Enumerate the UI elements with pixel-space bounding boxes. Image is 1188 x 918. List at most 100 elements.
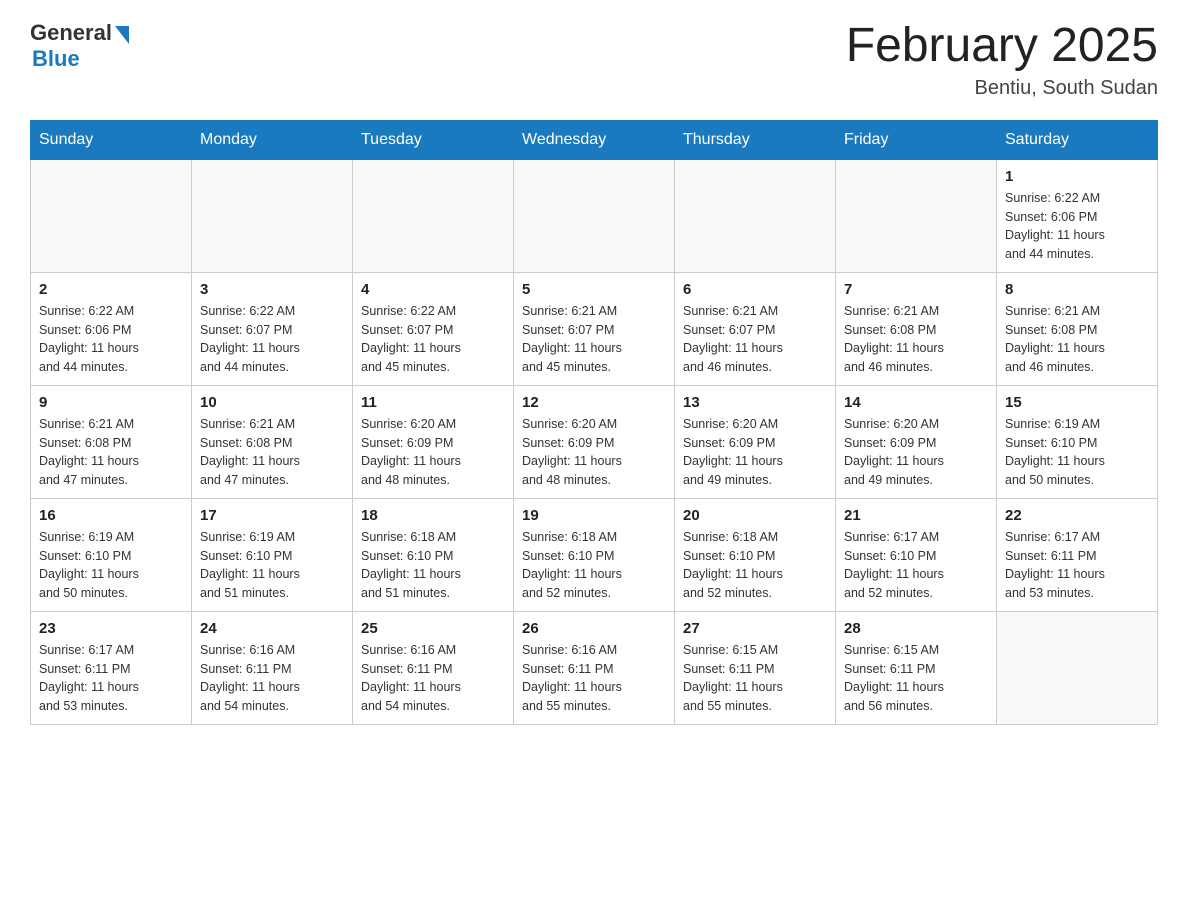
day-info: Sunrise: 6:18 AM Sunset: 6:10 PM Dayligh… (522, 528, 666, 603)
calendar-cell: 24 Sunrise: 6:16 AM Sunset: 6:11 PM Dayli… (192, 611, 353, 724)
day-info: Sunrise: 6:21 AM Sunset: 6:08 PM Dayligh… (1005, 302, 1149, 377)
calendar-cell: 7 Sunrise: 6:21 AM Sunset: 6:08 PM Daylig… (836, 272, 997, 385)
day-number: 22 (1005, 507, 1149, 524)
calendar-cell (31, 159, 192, 272)
day-info: Sunrise: 6:16 AM Sunset: 6:11 PM Dayligh… (200, 641, 344, 716)
day-number: 13 (683, 394, 827, 411)
day-info: Sunrise: 6:16 AM Sunset: 6:11 PM Dayligh… (522, 641, 666, 716)
calendar-cell (514, 159, 675, 272)
day-number: 7 (844, 281, 988, 298)
calendar-cell: 23Sunrise: 6:17 AM Sunset: 6:11 PM Dayli… (31, 611, 192, 724)
calendar-cell: 2 Sunrise: 6:22 AM Sunset: 6:06 PM Daylig… (31, 272, 192, 385)
day-number: 3 (200, 281, 344, 298)
calendar-cell: 21 Sunrise: 6:17 AM Sunset: 6:10 PM Dayli… (836, 498, 997, 611)
day-info: Sunrise: 6:15 AM Sunset: 6:11 PM Dayligh… (844, 641, 988, 716)
calendar-cell: 3 Sunrise: 6:22 AM Sunset: 6:07 PM Daylig… (192, 272, 353, 385)
day-info: Sunrise: 6:21 AM Sunset: 6:07 PM Dayligh… (522, 302, 666, 377)
day-number: 24 (200, 620, 344, 637)
month-title: February 2025 (846, 20, 1158, 73)
day-info: Sunrise: 6:17 AM Sunset: 6:11 PM Dayligh… (1005, 528, 1149, 603)
day-info: Sunrise: 6:17 AM Sunset: 6:10 PM Dayligh… (844, 528, 988, 603)
day-header-wednesday: Wednesday (514, 120, 675, 159)
day-info: Sunrise: 6:19 AM Sunset: 6:10 PM Dayligh… (1005, 415, 1149, 490)
day-number: 12 (522, 394, 666, 411)
week-row-5: 23Sunrise: 6:17 AM Sunset: 6:11 PM Dayli… (31, 611, 1158, 724)
day-number: 27 (683, 620, 827, 637)
day-info: Sunrise: 6:21 AM Sunset: 6:08 PM Dayligh… (844, 302, 988, 377)
logo-arrow-icon (115, 26, 129, 44)
calendar-cell: 27 Sunrise: 6:15 AM Sunset: 6:11 PM Dayli… (675, 611, 836, 724)
day-header-tuesday: Tuesday (353, 120, 514, 159)
calendar-cell: 9Sunrise: 6:21 AM Sunset: 6:08 PM Daylig… (31, 385, 192, 498)
calendar-cell: 28 Sunrise: 6:15 AM Sunset: 6:11 PM Dayli… (836, 611, 997, 724)
day-header-thursday: Thursday (675, 120, 836, 159)
page-header: General Blue February 2025 Bentiu, South… (30, 20, 1158, 100)
day-info: Sunrise: 6:20 AM Sunset: 6:09 PM Dayligh… (361, 415, 505, 490)
logo-blue-text: Blue (32, 46, 80, 72)
week-row-4: 16 Sunrise: 6:19 AM Sunset: 6:10 PM Dayli… (31, 498, 1158, 611)
day-info: Sunrise: 6:15 AM Sunset: 6:11 PM Dayligh… (683, 641, 827, 716)
day-info: Sunrise: 6:22 AM Sunset: 6:07 PM Dayligh… (200, 302, 344, 377)
day-number: 26 (522, 620, 666, 637)
location: Bentiu, South Sudan (846, 77, 1158, 100)
day-number: 5 (522, 281, 666, 298)
day-info: Sunrise: 6:19 AM Sunset: 6:10 PM Dayligh… (200, 528, 344, 603)
day-header-saturday: Saturday (997, 120, 1158, 159)
calendar-cell: 12 Sunrise: 6:20 AM Sunset: 6:09 PM Dayli… (514, 385, 675, 498)
calendar-cell: 14 Sunrise: 6:20 AM Sunset: 6:09 PM Dayli… (836, 385, 997, 498)
calendar-cell (675, 159, 836, 272)
day-number: 1 (1005, 168, 1149, 185)
day-info: Sunrise: 6:16 AM Sunset: 6:11 PM Dayligh… (361, 641, 505, 716)
day-info: Sunrise: 6:20 AM Sunset: 6:09 PM Dayligh… (844, 415, 988, 490)
day-header-sunday: Sunday (31, 120, 192, 159)
day-info: Sunrise: 6:22 AM Sunset: 6:07 PM Dayligh… (361, 302, 505, 377)
calendar-cell (997, 611, 1158, 724)
day-info: Sunrise: 6:22 AM Sunset: 6:06 PM Dayligh… (1005, 189, 1149, 264)
day-number: 17 (200, 507, 344, 524)
title-section: February 2025 Bentiu, South Sudan (846, 20, 1158, 100)
day-info: Sunrise: 6:20 AM Sunset: 6:09 PM Dayligh… (522, 415, 666, 490)
day-number: 14 (844, 394, 988, 411)
day-number: 25 (361, 620, 505, 637)
calendar-cell: 10 Sunrise: 6:21 AM Sunset: 6:08 PM Dayli… (192, 385, 353, 498)
day-number: 28 (844, 620, 988, 637)
day-header-monday: Monday (192, 120, 353, 159)
day-number: 20 (683, 507, 827, 524)
day-number: 19 (522, 507, 666, 524)
day-info: Sunrise: 6:18 AM Sunset: 6:10 PM Dayligh… (683, 528, 827, 603)
calendar-cell: 19 Sunrise: 6:18 AM Sunset: 6:10 PM Dayli… (514, 498, 675, 611)
calendar-cell: 16 Sunrise: 6:19 AM Sunset: 6:10 PM Dayli… (31, 498, 192, 611)
calendar-cell (192, 159, 353, 272)
day-number: 21 (844, 507, 988, 524)
logo: General Blue (30, 20, 129, 72)
day-number: 18 (361, 507, 505, 524)
week-row-2: 2 Sunrise: 6:22 AM Sunset: 6:06 PM Daylig… (31, 272, 1158, 385)
calendar-cell: 1 Sunrise: 6:22 AM Sunset: 6:06 PM Daylig… (997, 159, 1158, 272)
day-number: 4 (361, 281, 505, 298)
calendar-cell: 20 Sunrise: 6:18 AM Sunset: 6:10 PM Dayli… (675, 498, 836, 611)
calendar-cell: 5 Sunrise: 6:21 AM Sunset: 6:07 PM Daylig… (514, 272, 675, 385)
day-info: Sunrise: 6:17 AM Sunset: 6:11 PM Dayligh… (39, 641, 183, 716)
calendar-cell: 6Sunrise: 6:21 AM Sunset: 6:07 PM Daylig… (675, 272, 836, 385)
calendar-cell (353, 159, 514, 272)
calendar-cell: 15 Sunrise: 6:19 AM Sunset: 6:10 PM Dayli… (997, 385, 1158, 498)
day-number: 10 (200, 394, 344, 411)
day-number: 15 (1005, 394, 1149, 411)
day-number: 8 (1005, 281, 1149, 298)
calendar-cell: 18 Sunrise: 6:18 AM Sunset: 6:10 PM Dayli… (353, 498, 514, 611)
calendar-header-row: SundayMondayTuesdayWednesdayThursdayFrid… (31, 120, 1158, 159)
day-number: 16 (39, 507, 183, 524)
day-info: Sunrise: 6:22 AM Sunset: 6:06 PM Dayligh… (39, 302, 183, 377)
calendar-cell: 4 Sunrise: 6:22 AM Sunset: 6:07 PM Daylig… (353, 272, 514, 385)
day-info: Sunrise: 6:19 AM Sunset: 6:10 PM Dayligh… (39, 528, 183, 603)
day-number: 9 (39, 394, 183, 411)
day-number: 2 (39, 281, 183, 298)
day-number: 6 (683, 281, 827, 298)
calendar-cell (836, 159, 997, 272)
day-info: Sunrise: 6:18 AM Sunset: 6:10 PM Dayligh… (361, 528, 505, 603)
calendar-cell: 25 Sunrise: 6:16 AM Sunset: 6:11 PM Dayli… (353, 611, 514, 724)
logo-general-text: General (30, 20, 112, 46)
day-info: Sunrise: 6:21 AM Sunset: 6:08 PM Dayligh… (200, 415, 344, 490)
calendar-cell: 22 Sunrise: 6:17 AM Sunset: 6:11 PM Dayli… (997, 498, 1158, 611)
calendar-table: SundayMondayTuesdayWednesdayThursdayFrid… (30, 120, 1158, 725)
